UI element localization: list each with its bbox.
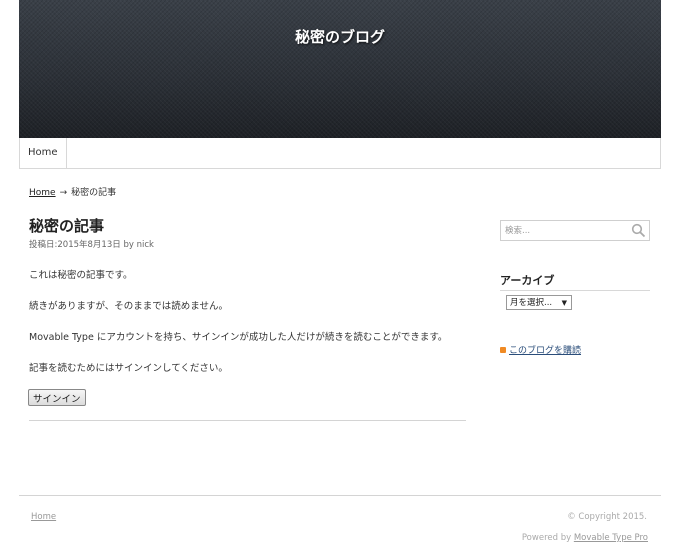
footer-home-link[interactable]: Home: [31, 512, 56, 522]
site-header: 秘密のブログ: [19, 0, 661, 138]
entry-by: by: [123, 240, 134, 250]
nav-item-home[interactable]: Home: [20, 138, 67, 168]
powered-by-link[interactable]: Movable Type Pro: [574, 533, 648, 543]
subscribe-link-container: このブログを購読: [500, 343, 581, 356]
entry-date: 2015年8月13日: [57, 240, 121, 250]
entry-divider: [29, 420, 466, 421]
breadcrumb-home-link[interactable]: Home: [29, 188, 56, 198]
subscribe-link[interactable]: このブログを購読: [509, 346, 581, 356]
footer-divider: [19, 495, 661, 496]
signin-button[interactable]: サインイン: [28, 389, 86, 406]
search-icon[interactable]: [631, 223, 646, 238]
main-nav: Home: [19, 138, 661, 169]
entry-meta-prefix: 投稿日:: [29, 240, 58, 250]
powered-by-prefix: Powered by: [521, 533, 572, 543]
chevron-down-icon: ▼: [561, 299, 567, 307]
search-box: [500, 220, 650, 241]
powered-by: Powered by Movable Type Pro: [522, 533, 648, 543]
entry-meta: 投稿日:2015年8月13日 by nick: [29, 238, 154, 250]
entry-paragraph-1: これは秘密の記事です。: [29, 270, 133, 281]
archive-select[interactable]: 月を選択... ▼: [506, 295, 572, 310]
breadcrumb-current: 秘密の記事: [71, 188, 117, 198]
archive-widget-title: アーカイブ: [500, 272, 650, 291]
copyright-text: © Copyright 2015.: [567, 512, 647, 522]
entry-paragraph-3: Movable Type にアカウントを持ち、サインインが成功した人だけが続きを…: [29, 332, 448, 343]
entry-paragraph-4: 記事を読むためにはサインインしてください。: [29, 363, 228, 374]
entry-author: nick: [136, 240, 154, 250]
archive-select-value: 月を選択...: [510, 298, 553, 308]
breadcrumb-arrow: →: [59, 188, 68, 198]
entry-title: 秘密の記事: [29, 217, 105, 235]
breadcrumb: Home → 秘密の記事: [29, 185, 116, 198]
entry-paragraph-2: 続きがありますが、そのままでは読めません。: [29, 301, 229, 312]
rss-feed-icon: [500, 346, 506, 353]
site-title[interactable]: 秘密のブログ: [19, 26, 661, 47]
search-input[interactable]: [505, 223, 625, 238]
